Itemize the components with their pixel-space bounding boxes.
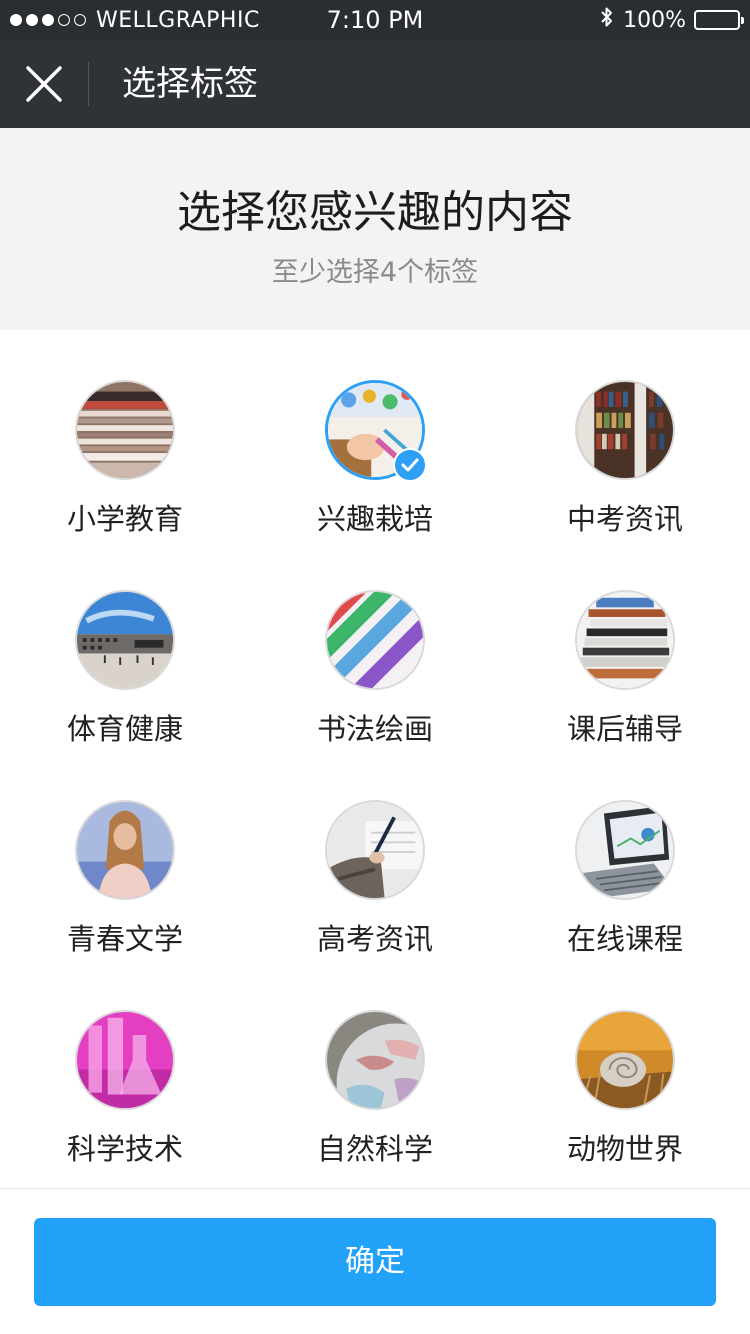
tag-item[interactable]: 青春文学 — [0, 750, 250, 960]
tag-image-library-shelves — [575, 380, 675, 480]
tag-label: 青春文学 — [66, 922, 183, 956]
battery-icon — [694, 10, 744, 30]
nav-divider — [88, 62, 89, 106]
tag-label: 课后辅导 — [566, 712, 683, 746]
tag-label: 在线课程 — [566, 922, 683, 956]
tag-item[interactable]: 兴趣栽培 — [250, 330, 500, 540]
tag-label: 兴趣栽培 — [316, 502, 433, 536]
tag-label: 书法绘画 — [316, 712, 433, 746]
tag-item[interactable]: 科学技术 — [0, 960, 250, 1170]
bluetooth-icon — [599, 5, 615, 35]
footer-bar: 确定 — [0, 1188, 750, 1334]
tag-item[interactable]: 书法绘画 — [250, 540, 500, 750]
tag-item[interactable]: 在线课程 — [500, 750, 750, 960]
tag-item[interactable]: 自然科学 — [250, 960, 500, 1170]
tag-image-book-pile — [575, 590, 675, 690]
status-right: 100% — [599, 0, 744, 40]
status-bar: WELLGRAPHIC 7:10 PM 100% — [0, 0, 750, 40]
header-subtitle: 至少选择4个标签 — [271, 257, 479, 288]
tag-image-color-crayons — [325, 590, 425, 690]
tag-label: 体育健康 — [66, 712, 183, 746]
nav-bar: 选择标签 — [0, 40, 750, 128]
tag-item[interactable]: 体育健康 — [0, 540, 250, 750]
page-title: 选择标签 — [122, 64, 258, 104]
tag-label: 科学技术 — [66, 1132, 183, 1166]
tag-label: 自然科学 — [316, 1132, 433, 1166]
tag-label: 高考资讯 — [316, 922, 433, 956]
tag-image-laptop — [575, 800, 675, 900]
tag-image-writing-hand — [325, 800, 425, 900]
tag-image-girl-reading — [75, 800, 175, 900]
tag-item[interactable]: 中考资讯 — [500, 330, 750, 540]
tag-image-lab-glassware — [75, 1010, 175, 1110]
tag-image-books-stack — [75, 380, 175, 480]
tag-label: 小学教育 — [66, 502, 183, 536]
tag-grid: 小学教育 兴趣栽培 中考资讯 体育健康 书法绘画 课后辅导 青春文学 高考资讯 … — [0, 330, 750, 1188]
close-button[interactable] — [22, 62, 66, 106]
tag-image-globe — [325, 1010, 425, 1110]
tag-item[interactable]: 高考资讯 — [250, 750, 500, 960]
close-icon — [26, 66, 62, 102]
battery-percent: 100% — [623, 7, 686, 33]
intro-header: 选择您感兴趣的内容 至少选择4个标签 — [0, 128, 750, 330]
tag-label: 中考资讯 — [566, 502, 683, 536]
selected-check-icon — [393, 448, 427, 482]
tag-item[interactable]: 小学教育 — [0, 330, 250, 540]
tag-item[interactable]: 动物世界 — [500, 960, 750, 1170]
tag-label: 动物世界 — [566, 1132, 683, 1166]
tag-image-school-yard — [75, 590, 175, 690]
header-title: 选择您感兴趣的内容 — [177, 187, 573, 238]
tag-image-snail-shell — [575, 1010, 675, 1110]
confirm-button[interactable]: 确定 — [34, 1218, 716, 1306]
tag-item[interactable]: 课后辅导 — [500, 540, 750, 750]
